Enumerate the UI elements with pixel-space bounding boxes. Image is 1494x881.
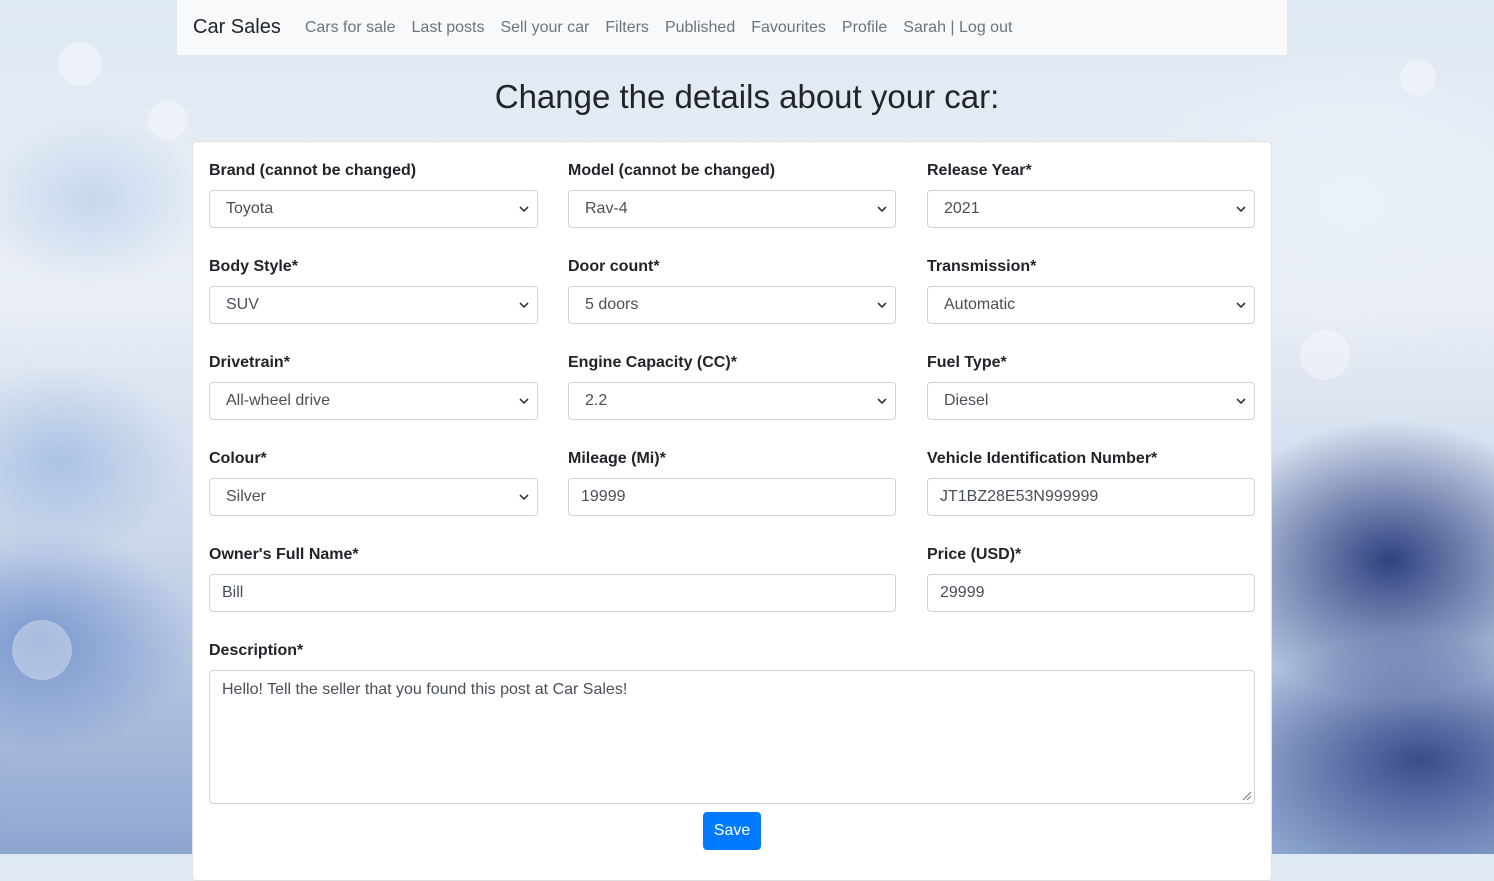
save-button[interactable]: Save: [703, 812, 761, 850]
vin-label: Vehicle Identification Number*: [927, 450, 1158, 467]
chevron-down-icon: [877, 206, 887, 213]
brand-select[interactable]: Toyota: [209, 190, 538, 228]
fuel-type-select-value: Diesel: [944, 392, 989, 409]
release-year-select[interactable]: 2021: [927, 190, 1255, 228]
model-select[interactable]: Rav-4: [568, 190, 896, 228]
top-navbar: Car Sales Cars for sale Last posts Sell …: [177, 0, 1287, 55]
body-style-select[interactable]: SUV: [209, 286, 538, 324]
release-year-label: Release Year*: [927, 162, 1032, 179]
chevron-down-icon: [519, 206, 529, 213]
description-text: Hello! Tell the seller that you found th…: [222, 681, 628, 698]
chevron-down-icon: [877, 302, 887, 309]
price-input[interactable]: 29999: [927, 574, 1255, 612]
body-style-select-value: SUV: [226, 296, 259, 313]
brand-select-value: Toyota: [226, 200, 274, 217]
brand-label: Brand (cannot be changed): [209, 162, 417, 179]
fuel-type-label: Fuel Type*: [927, 354, 1007, 371]
transmission-select[interactable]: Automatic: [927, 286, 1255, 324]
background-bokeh: [1300, 330, 1350, 380]
mileage-label: Mileage (Mi)*: [568, 450, 666, 467]
mileage-input[interactable]: 19999: [568, 478, 896, 516]
nav-sell-your-car[interactable]: Sell your car: [500, 19, 589, 37]
edit-car-form: Brand (cannot be changed) Toyota Model (…: [192, 141, 1272, 881]
drivetrain-select-value: All-wheel drive: [226, 392, 331, 409]
chevron-down-icon: [519, 398, 529, 405]
nav-last-posts[interactable]: Last posts: [412, 19, 485, 37]
chevron-down-icon: [519, 302, 529, 309]
chevron-down-icon: [519, 494, 529, 501]
brand-link[interactable]: Car Sales: [193, 16, 281, 39]
colour-label: Colour*: [209, 450, 267, 467]
transmission-select-value: Automatic: [944, 296, 1016, 313]
price-label: Price (USD)*: [927, 546, 1022, 563]
transmission-label: Transmission*: [927, 258, 1037, 275]
drivetrain-label: Drivetrain*: [209, 354, 290, 371]
model-label: Model (cannot be changed): [568, 162, 776, 179]
colour-select[interactable]: Silver: [209, 478, 538, 516]
chevron-down-icon: [1236, 302, 1246, 309]
engine-capacity-label: Engine Capacity (CC)*: [568, 354, 737, 371]
nav-cars-for-sale[interactable]: Cars for sale: [305, 19, 396, 37]
vin-input[interactable]: JT1BZ28E53N999999: [927, 478, 1255, 516]
owner-name-label: Owner's Full Name*: [209, 546, 359, 563]
model-select-value: Rav-4: [585, 200, 628, 217]
description-label: Description*: [209, 642, 304, 659]
nav-published[interactable]: Published: [665, 19, 735, 37]
owner-name-input[interactable]: Bill: [209, 574, 896, 612]
drivetrain-select[interactable]: All-wheel drive: [209, 382, 538, 420]
fuel-type-select[interactable]: Diesel: [927, 382, 1255, 420]
page-title: Change the details about your car:: [494, 78, 1000, 115]
colour-select-value: Silver: [226, 488, 267, 505]
description-textarea[interactable]: Hello! Tell the seller that you found th…: [209, 670, 1255, 804]
nav-filters[interactable]: Filters: [605, 19, 649, 37]
chevron-down-icon: [1236, 398, 1246, 405]
door-count-select-value: 5 doors: [585, 296, 639, 313]
background-bokeh: [12, 620, 72, 680]
chevron-down-icon: [1236, 206, 1246, 213]
nav-logout[interactable]: Sarah | Log out: [903, 19, 1012, 37]
release-year-select-value: 2021: [944, 200, 980, 217]
nav-profile[interactable]: Profile: [842, 19, 887, 37]
door-count-label: Door count*: [568, 258, 660, 275]
body-style-label: Body Style*: [209, 258, 298, 275]
resize-handle-icon[interactable]: [1242, 791, 1252, 801]
door-count-select[interactable]: 5 doors: [568, 286, 896, 324]
engine-capacity-select-value: 2.2: [585, 392, 608, 409]
chevron-down-icon: [877, 398, 887, 405]
engine-capacity-select[interactable]: 2.2: [568, 382, 896, 420]
nav-favourites[interactable]: Favourites: [751, 19, 826, 37]
